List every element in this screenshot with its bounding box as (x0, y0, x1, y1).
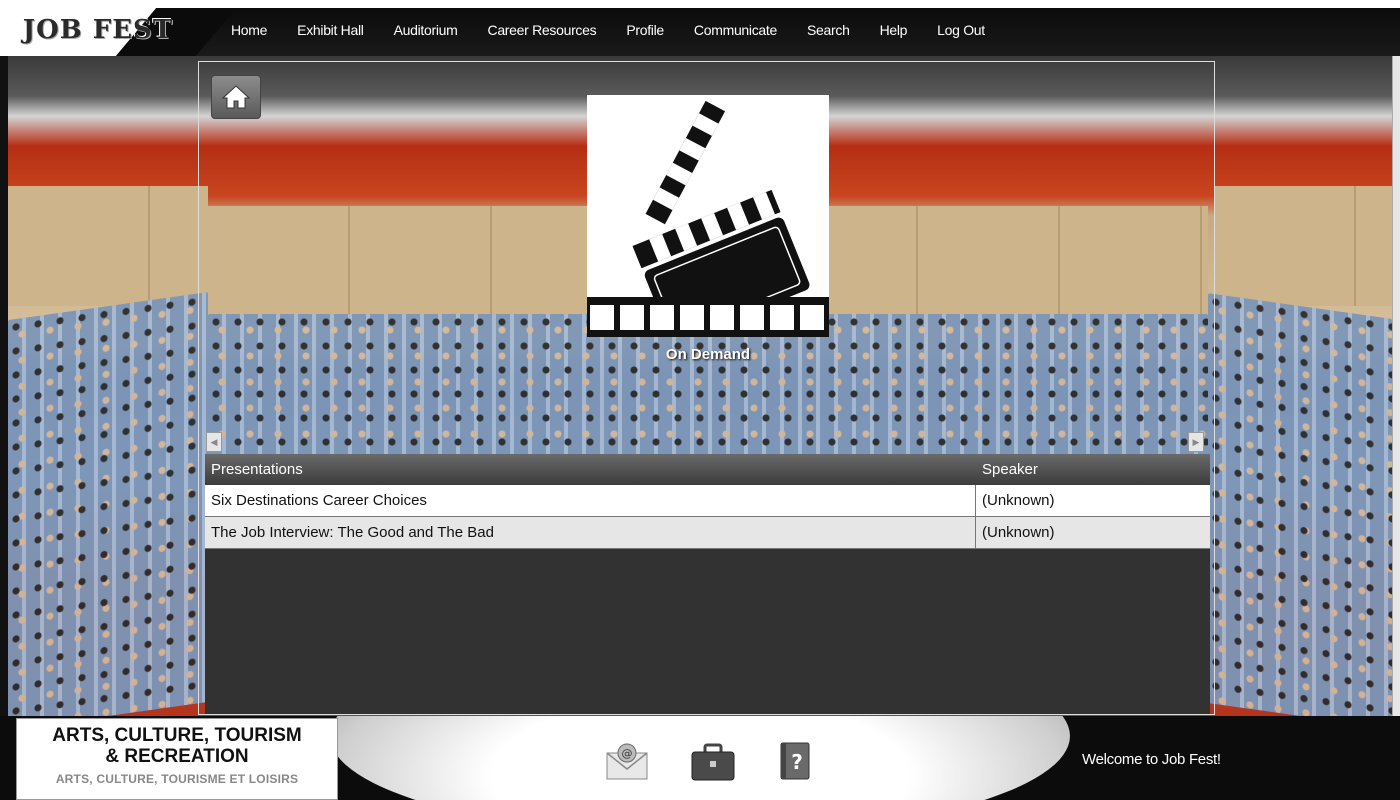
category-badge: ARTS, CULTURE, TOURISM & RECREATION ARTS… (16, 718, 338, 800)
top-navigation-bar: JOB FEST Home Exhibit Hall Auditorium Ca… (0, 0, 1400, 56)
nav-log-out[interactable]: Log Out (922, 22, 1000, 38)
category-title-line2: & RECREATION (105, 746, 249, 767)
category-title: ARTS, CULTURE, TOURISM & RECREATION (17, 725, 337, 767)
nav-exhibit-hall[interactable]: Exhibit Hall (282, 22, 378, 38)
presentation-title[interactable]: The Job Interview: The Good and The Bad (205, 517, 976, 548)
speaker-name: (Unknown) (982, 524, 1055, 541)
mail-button[interactable]: @ (600, 736, 654, 786)
svg-text:@: @ (622, 747, 633, 760)
column-header-speaker[interactable]: Speaker (976, 454, 1210, 485)
home-icon (221, 85, 251, 109)
auditorium-wall-right (1214, 186, 1392, 306)
home-button[interactable] (211, 75, 261, 119)
help-glyph: ? (791, 750, 803, 774)
category-title-line1: ARTS, CULTURE, TOURISM (52, 725, 302, 746)
carousel-scroll-left[interactable]: ◀ (206, 432, 222, 452)
mail-icon: @ (606, 743, 648, 780)
audience-right (1208, 293, 1392, 716)
welcome-message: Welcome to Job Fest! (1082, 751, 1221, 768)
nav-auditorium[interactable]: Auditorium (379, 22, 473, 38)
chevron-right-icon: ▶ (1192, 436, 1200, 447)
chevron-left-icon: ◀ (210, 436, 218, 447)
help-icon: ? (780, 742, 810, 780)
audience-left (8, 291, 208, 716)
on-demand-thumbnail[interactable] (587, 95, 829, 343)
column-header-presentations[interactable]: Presentations (205, 454, 976, 485)
nav-home[interactable]: Home (216, 22, 282, 38)
category-title-french: ARTS, CULTURE, TOURISME ET LOISIRS (55, 772, 299, 786)
on-demand-label[interactable]: On Demand (587, 346, 829, 363)
main-menu: Home Exhibit Hall Auditorium Career Reso… (216, 8, 1000, 52)
auditorium-wall-left (8, 186, 208, 306)
nav-career-resources[interactable]: Career Resources (473, 22, 612, 38)
table-row[interactable]: The Job Interview: The Good and The Bad … (205, 517, 1210, 549)
nav-help[interactable]: Help (865, 22, 923, 38)
table-header: Presentations Speaker (205, 454, 1210, 485)
nav-search[interactable]: Search (792, 22, 865, 38)
clapperboard-icon (587, 100, 829, 343)
job-fest-logo[interactable]: JOB FEST (10, 8, 186, 52)
briefcase-button[interactable] (686, 736, 740, 786)
speaker-name: (Unknown) (982, 492, 1055, 509)
presentations-table: Presentations Speaker Six Destinations C… (205, 454, 1210, 714)
presentation-title[interactable]: Six Destinations Career Choices (205, 485, 976, 516)
carousel-scroll-right[interactable]: ▶ (1188, 432, 1204, 452)
help-button[interactable]: ? (768, 736, 822, 786)
table-row[interactable]: Six Destinations Career Choices (Unknown… (205, 485, 1210, 517)
briefcase-icon (691, 743, 735, 781)
nav-profile[interactable]: Profile (611, 22, 679, 38)
page-scrollbar[interactable] (1392, 56, 1400, 716)
nav-communicate[interactable]: Communicate (679, 22, 792, 38)
